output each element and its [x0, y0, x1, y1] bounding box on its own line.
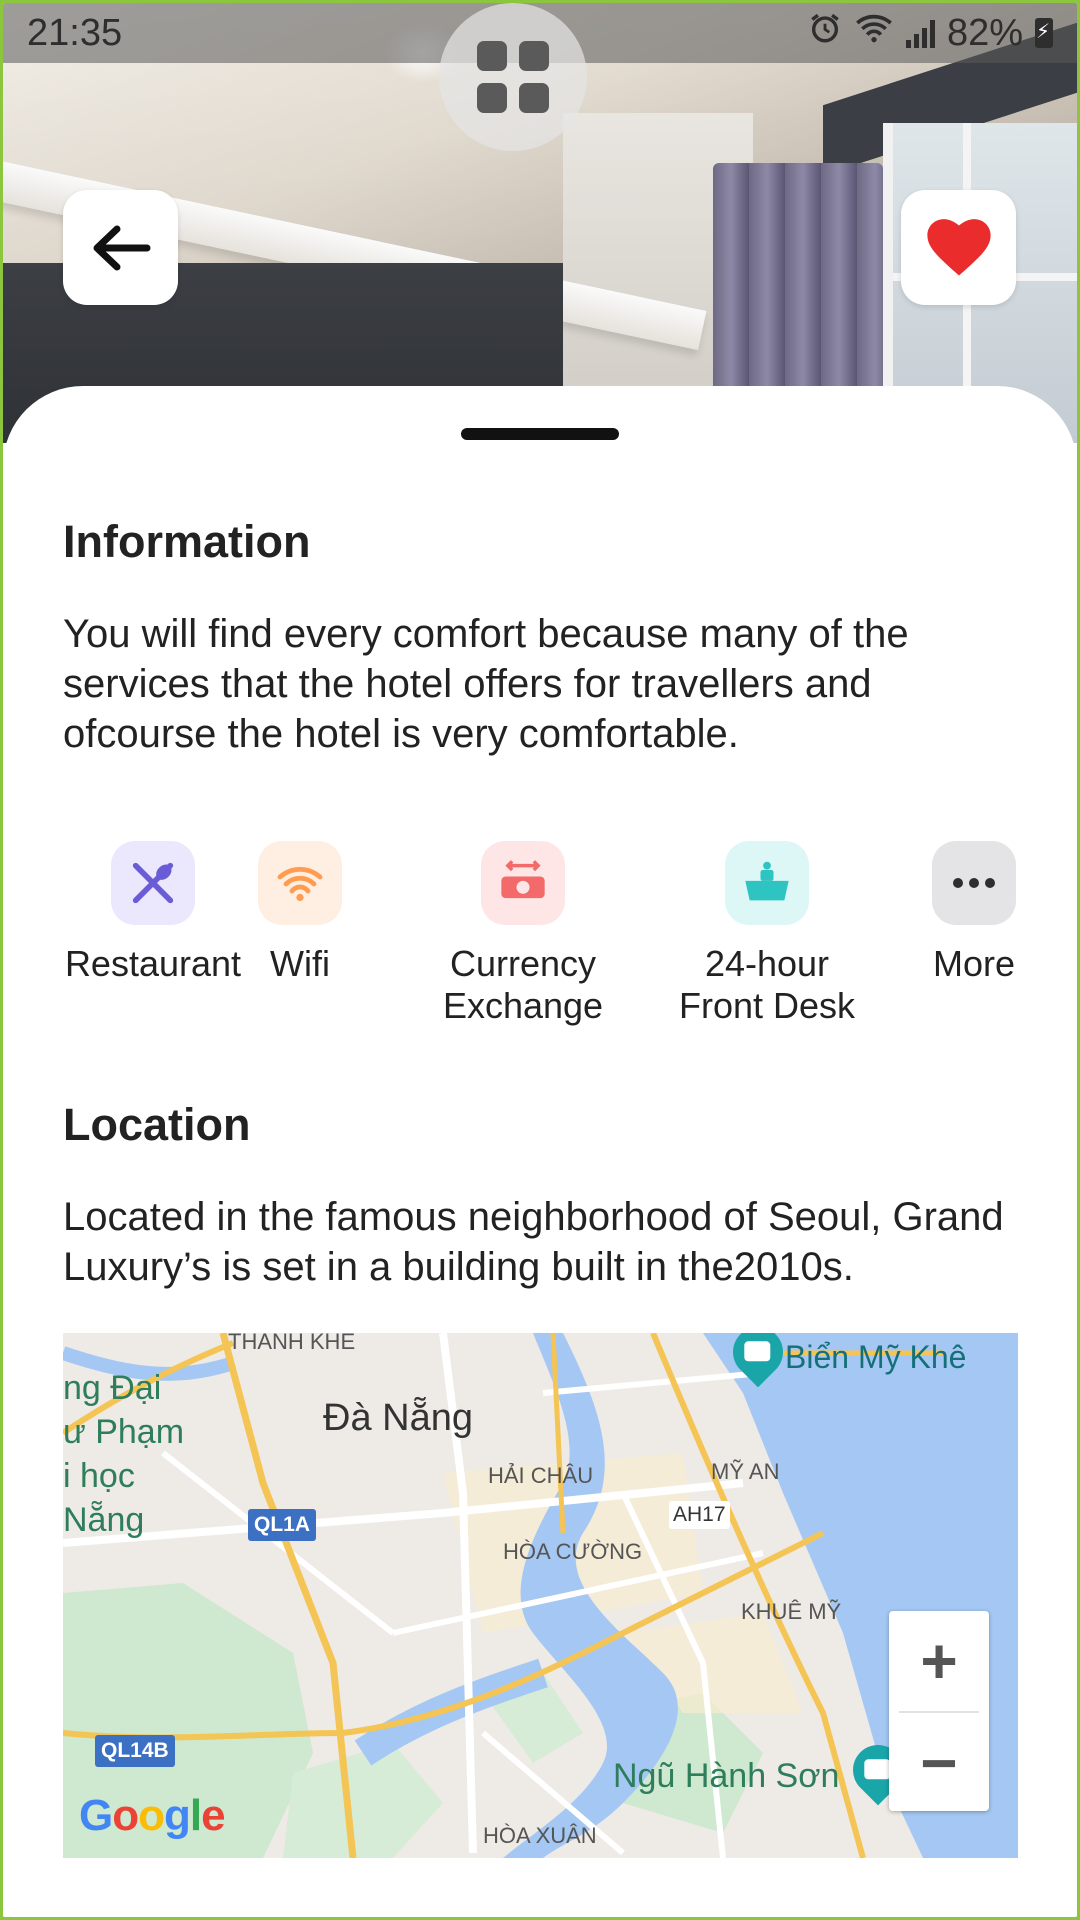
wifi-icon — [258, 841, 342, 925]
map-label-left-3: i học — [63, 1457, 135, 1495]
favorite-button[interactable] — [901, 190, 1016, 305]
map-label-khue-my: KHUÊ MỸ — [741, 1599, 842, 1624]
app-frame: 21:35 82% Information You — [3, 3, 1077, 1917]
map-label-left-2: ư Phạm — [63, 1413, 185, 1451]
amenity-label: 24-hour Front Desk — [678, 943, 856, 1026]
arrow-left-icon — [93, 225, 150, 270]
signal-icon — [905, 18, 935, 48]
google-logo: Google — [79, 1791, 226, 1840]
heart-icon — [926, 218, 991, 275]
map-label-left-4: Nẵng — [63, 1501, 145, 1539]
map-label-hoa-xuan: HÒA XUÂN — [483, 1823, 597, 1848]
wifi-status-icon — [854, 11, 894, 55]
map-label-hai-chau: HẢI CHÂU — [488, 1463, 594, 1488]
status-time: 21:35 — [27, 11, 123, 54]
map-zoom-controls: + − — [889, 1611, 989, 1811]
map-label-bien-my-khe: Biển Mỹ Khê — [785, 1339, 967, 1375]
amenity-restaurant[interactable]: Restaurant — [63, 841, 243, 985]
map-label-ngu-hanh-son: Ngũ Hành Sơn — [613, 1757, 840, 1795]
location-map[interactable]: THANH KHE Đà Nẵng HẢI CHÂU MỸ AN HÒA CƯỜ… — [63, 1333, 1018, 1858]
fork-spoon-icon — [111, 841, 195, 925]
information-title: Information — [63, 516, 311, 567]
zoom-in-button[interactable]: + — [889, 1611, 989, 1711]
status-icons: 82% — [808, 11, 1053, 55]
back-button[interactable] — [63, 190, 178, 305]
zoom-out-button[interactable]: − — [889, 1713, 989, 1813]
front-desk-icon — [725, 841, 809, 925]
app-grid-icon[interactable] — [439, 3, 587, 151]
alarm-icon — [808, 11, 842, 55]
map-label-my-an: MỸ AN — [711, 1459, 780, 1484]
battery-icon — [1035, 18, 1053, 48]
location-title: Location — [63, 1099, 251, 1150]
amenity-wifi[interactable]: Wifi — [249, 841, 351, 985]
details-sheet: Information You will find every comfort … — [3, 386, 1077, 1917]
drag-handle[interactable] — [461, 428, 619, 440]
amenity-more[interactable]: More — [929, 841, 1019, 985]
amenity-label: Wifi — [270, 943, 330, 984]
route-badge-ql1a: QL1A — [248, 1509, 317, 1541]
battery-percent: 82% — [946, 11, 1023, 54]
currency-exchange-icon — [481, 841, 565, 925]
map-label-left-1: ng Đại — [63, 1369, 162, 1407]
map-label-da-nang: Đà Nẵng — [323, 1397, 473, 1439]
amenity-label: Restaurant — [64, 943, 242, 984]
location-description: Located in the famous neighborhood of Se… — [63, 1195, 1004, 1289]
amenities-row: Restaurant Wifi Currency Exchange 24-hou… — [63, 841, 1023, 1041]
amenity-front-desk[interactable]: 24-hour Front Desk — [677, 841, 857, 1027]
amenity-label: Currency Exchange — [442, 943, 604, 1026]
route-badge-ql14b: QL14B — [95, 1735, 175, 1767]
map-label-thanh-khe: THANH KHE — [228, 1333, 356, 1354]
amenity-label: More — [932, 943, 1016, 984]
map-label-hoa-cuong: HÒA CƯỜNG — [503, 1539, 643, 1564]
information-description: You will find every comfort because many… — [63, 612, 909, 756]
route-badge-ah17: AH17 — [669, 1501, 730, 1529]
more-icon — [932, 841, 1016, 925]
amenity-currency-exchange[interactable]: Currency Exchange — [443, 841, 603, 1027]
